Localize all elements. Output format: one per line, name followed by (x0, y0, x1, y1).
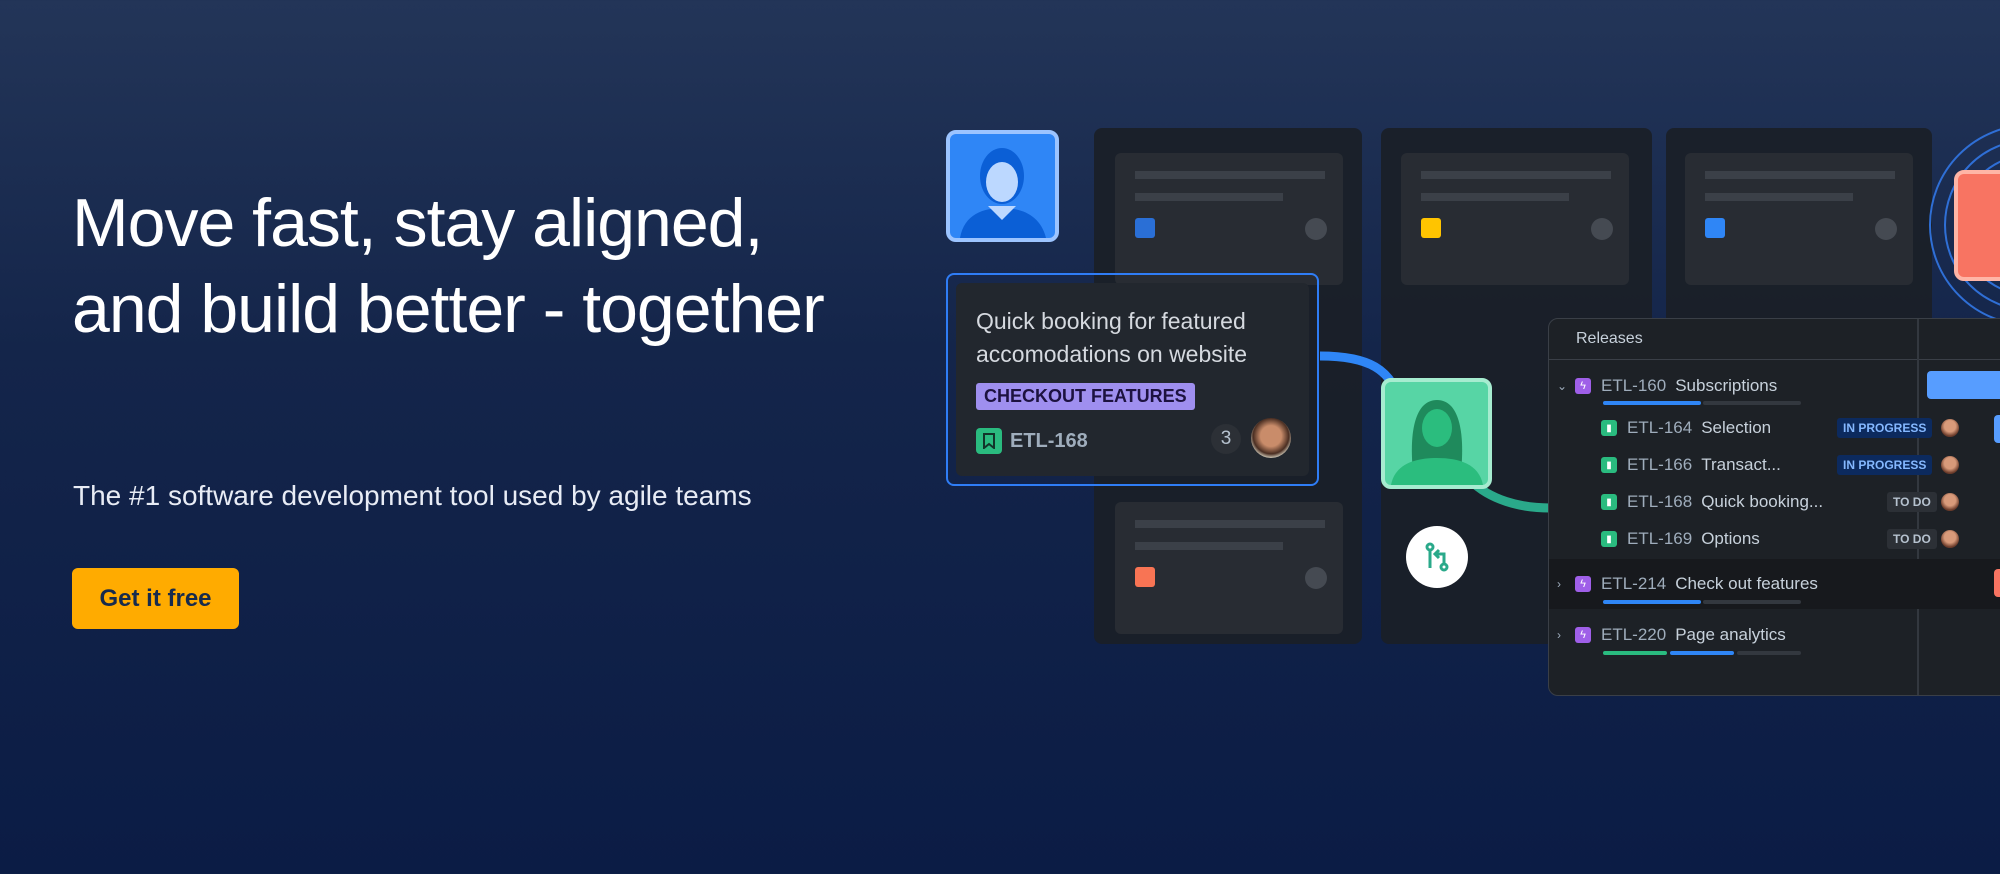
placeholder-card (1115, 153, 1343, 285)
epic-row[interactable]: › ϟ ETL-214 Check out features (1549, 569, 1919, 599)
story-row[interactable]: ▮ ETL-169 Options TO DO (1601, 524, 1971, 554)
status-badge: IN PROGRESS (1837, 418, 1933, 438)
epic-icon: ϟ (1575, 378, 1591, 394)
pull-request-icon (1406, 526, 1468, 588)
epic-label: CHECKOUT FEATURES (976, 383, 1195, 410)
avatar (1941, 530, 1959, 548)
timeline-bar (1927, 371, 2000, 399)
status-badge: TO DO (1887, 529, 1937, 549)
avatar (1941, 493, 1959, 511)
status-badge: TO DO (1887, 492, 1937, 512)
chevron-down-icon[interactable]: ⌄ (1557, 379, 1575, 393)
avatar (1941, 419, 1959, 437)
story-row[interactable]: ▮ ETL-168 Quick booking... TO DO (1601, 487, 1971, 517)
epic-icon: ϟ (1575, 627, 1591, 643)
user-avatar-blue (946, 130, 1059, 242)
story-row[interactable]: ▮ ETL-164 Selection IN PROGRESS (1601, 413, 1971, 443)
chevron-right-icon[interactable]: › (1557, 628, 1575, 642)
releases-panel: Releases ⌄ ϟ ETL-160 Subscriptions ▮ ETL-164… (1548, 318, 2000, 696)
placeholder-card (1685, 153, 1913, 285)
status-badge: IN PROGRESS (1837, 455, 1933, 475)
comment-count: 3 (1211, 424, 1241, 454)
story-icon (976, 428, 1002, 454)
hero-subtitle: The #1 software development tool used by… (73, 480, 752, 511)
story-icon: ▮ (1601, 494, 1617, 510)
story-icon: ▮ (1601, 457, 1617, 473)
timeline-bar (1994, 569, 2000, 597)
story-icon: ▮ (1601, 420, 1617, 436)
placeholder-card (1115, 502, 1343, 634)
placeholder-card (1401, 153, 1629, 285)
user-avatar-green (1381, 378, 1492, 489)
epic-row[interactable]: › ϟ ETL-220 Page analytics (1549, 620, 1919, 650)
avatar (1941, 456, 1959, 474)
issue-card[interactable]: Quick booking for featured accomodations… (946, 273, 1319, 486)
story-icon: ▮ (1601, 531, 1617, 547)
story-row[interactable]: ▮ ETL-166 Transact... IN PROGRESS (1601, 450, 1971, 480)
hero-headline: Move fast, stay aligned, and build bette… (72, 185, 825, 347)
user-avatar-red (1954, 170, 2000, 281)
get-it-free-button[interactable]: Get it free (72, 568, 239, 629)
timeline-bar (1994, 415, 2000, 443)
assignee-avatar (1251, 418, 1291, 458)
epic-icon: ϟ (1575, 576, 1591, 592)
chevron-right-icon[interactable]: › (1557, 577, 1575, 591)
issue-title: Quick booking for featured accomodations… (976, 308, 1248, 367)
epic-row[interactable]: ⌄ ϟ ETL-160 Subscriptions (1549, 371, 1919, 401)
issue-key: ETL-168 (1010, 429, 1088, 452)
releases-title: Releases (1576, 330, 1643, 347)
